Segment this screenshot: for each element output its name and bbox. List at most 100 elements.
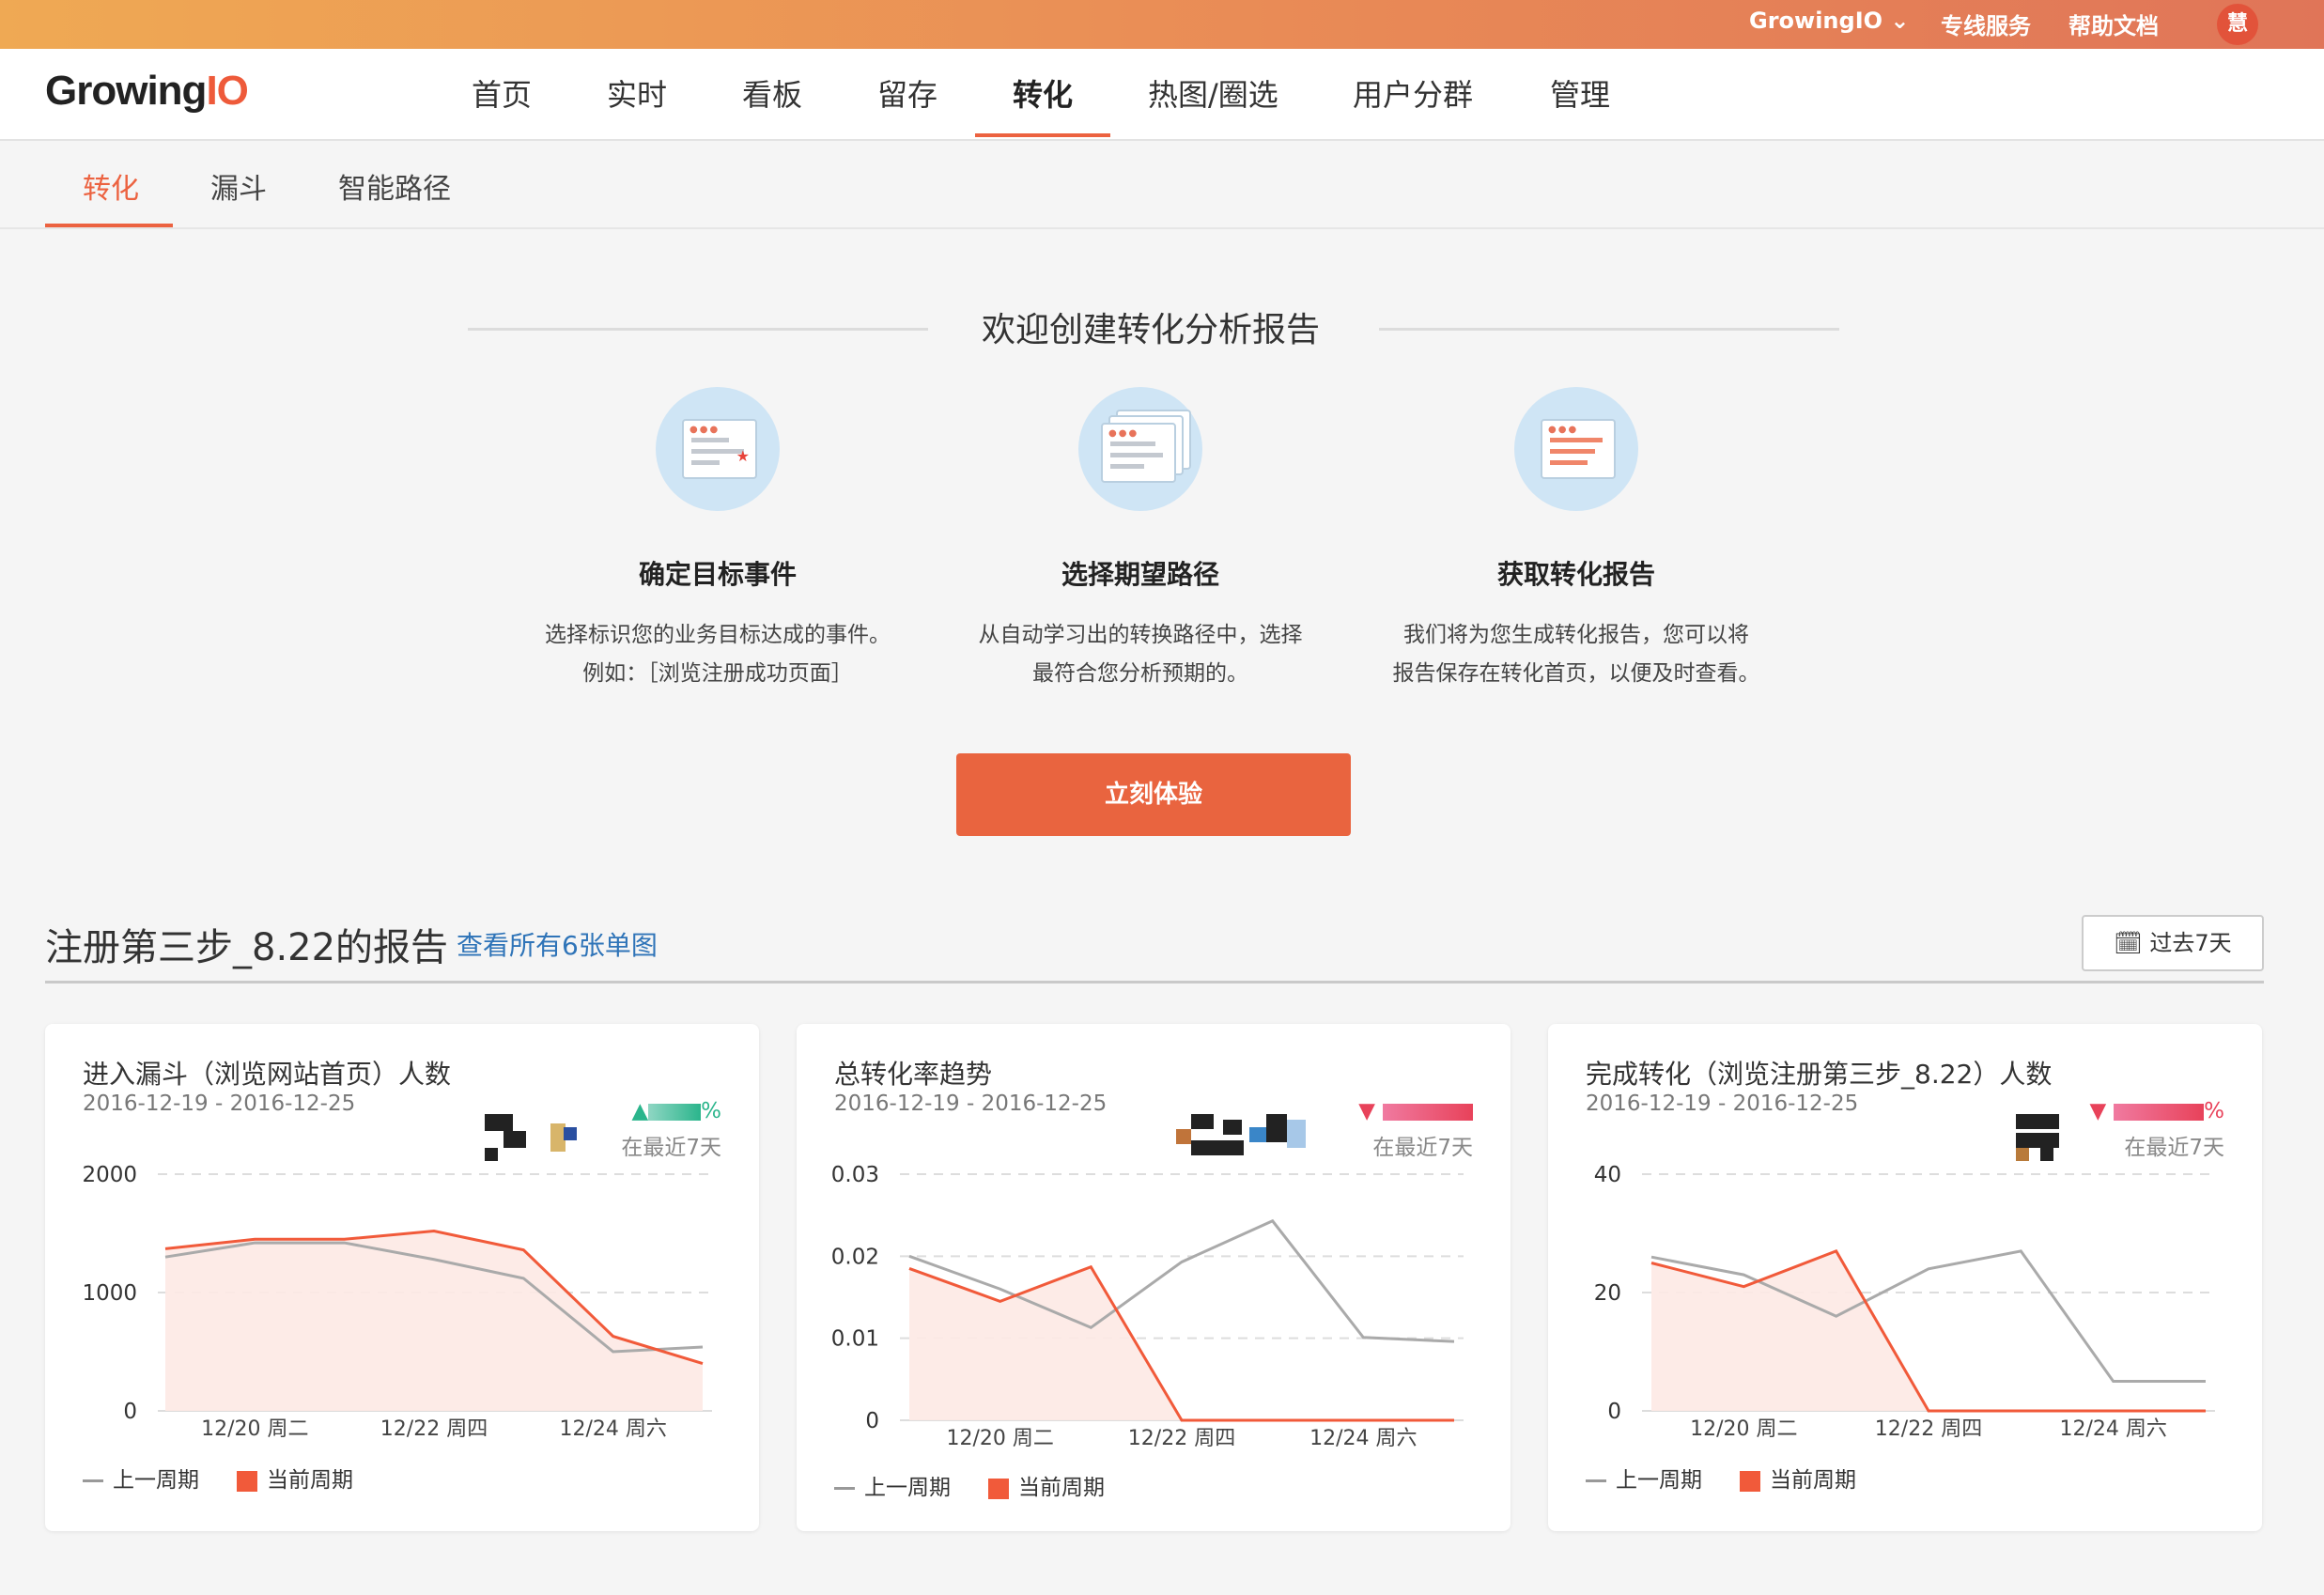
current-period-area: [909, 1266, 1454, 1420]
date-range-label: 过去7天: [2149, 930, 2232, 956]
card-date-range: 2016-12-19 - 2016-12-25: [83, 1092, 356, 1116]
tab-active-indicator: [45, 224, 173, 227]
change-percent: ▼: [1358, 1099, 1473, 1123]
y-tick-label: 0.03: [831, 1163, 879, 1187]
tab-conversion[interactable]: 转化: [83, 165, 139, 207]
y-tick-label: 0: [865, 1409, 879, 1433]
x-tick-label: 12/22 周四: [1128, 1427, 1235, 1450]
step-desc-line1: 我们将为您生成转化报告，您可以将: [1403, 623, 1749, 647]
y-tick-label: 20: [1594, 1281, 1621, 1306]
account-name: GrowingIO: [1749, 8, 1883, 34]
chevron-down-icon: ⌄: [1890, 8, 1910, 34]
nav-item-user-segments[interactable]: 用户分群: [1353, 71, 1473, 115]
x-tick-label: 12/24 周六: [559, 1417, 666, 1441]
title-divider-right: [1379, 328, 1839, 331]
line-chart: 0 1000 2000 12/20 周二 12/22 周四 12/24 周六: [82, 1163, 712, 1441]
try-now-button[interactable]: 立刻体验: [956, 753, 1351, 836]
x-tick-label: 12/20 周二: [1690, 1417, 1797, 1441]
logo-text: Growing: [45, 68, 207, 114]
service-link[interactable]: 专线服务: [1941, 8, 2031, 40]
y-tick-label: 0: [123, 1400, 137, 1424]
x-tick-label: 12/24 周六: [2059, 1417, 2166, 1441]
top-bar: GrowingIO ⌄ 专线服务 帮助文档 慧: [0, 0, 2324, 49]
obscured-value: [1176, 1114, 1326, 1161]
step-desc-line1: 选择标识您的业务目标达成的事件。: [545, 623, 891, 647]
card-title: 进入漏斗（浏览网站首页）人数: [83, 1059, 452, 1090]
report-icon: ●●●: [1514, 387, 1638, 511]
chart-card-conversion-rate[interactable]: 总转化率趋势 2016-12-19 - 2016-12-25 ▼ 在最近7天 0…: [797, 1024, 1511, 1531]
card-title: 总转化率趋势: [834, 1059, 993, 1090]
card-date-range: 2016-12-19 - 2016-12-25: [834, 1092, 1108, 1116]
date-range-button[interactable]: 🗓 过去7天: [2082, 915, 2264, 971]
account-menu[interactable]: GrowingIO ⌄: [1749, 8, 1910, 34]
legend-curr-label: 当前周期: [267, 1468, 353, 1493]
calendar-icon: 🗓: [2114, 930, 2143, 956]
step-title: 获取转化报告: [1496, 559, 1655, 590]
chart-legend: 上一周期 当前周期: [834, 1469, 1105, 1501]
x-tick-label: 12/20 周二: [946, 1427, 1053, 1450]
legend-prev-swatch: [834, 1487, 855, 1490]
legend-prev-swatch: [83, 1479, 103, 1482]
percent-sign: %: [2204, 1099, 2224, 1123]
obscured-value: [485, 1114, 597, 1161]
nav-item-heatmap[interactable]: 热图/圈选: [1148, 71, 1278, 115]
view-all-charts-link[interactable]: 查看所有6张单图: [457, 925, 658, 963]
step-choose-path: ●●● 选择期望路径 从自动学习出的转换路径中，选择 最符合您分析预期的。: [924, 387, 1356, 693]
line-chart: 0 20 40 12/20 周二 12/22 周四 12/24 周六: [1594, 1163, 2215, 1441]
tab-smart-path[interactable]: 智能路径: [338, 165, 451, 207]
line-chart: 0 0.01 0.02 0.03 12/20 周二 12/22 周四 12/24 周六: [831, 1163, 1464, 1450]
legend-curr-label: 当前周期: [1018, 1476, 1105, 1500]
chart-legend: 上一周期 当前周期: [83, 1462, 353, 1494]
target-event-icon: ●●● ★: [656, 387, 780, 511]
nav-item-conversion[interactable]: 转化: [1013, 71, 1073, 115]
x-tick-label: 12/22 周四: [380, 1417, 488, 1441]
change-percent: ▼%: [2089, 1099, 2224, 1123]
y-tick-label: 40: [1594, 1163, 1621, 1187]
nav-active-indicator: [975, 133, 1110, 137]
tab-funnel[interactable]: 漏斗: [210, 165, 267, 207]
legend-prev-label: 上一周期: [113, 1468, 199, 1493]
step-title: 选择期望路径: [1061, 559, 1219, 590]
nav-item-realtime[interactable]: 实时: [607, 71, 667, 115]
step-get-report: ●●● 获取转化报告 我们将为您生成转化报告，您可以将 报告保存在转化首页，以便及…: [1360, 387, 1792, 693]
nav-item-admin[interactable]: 管理: [1550, 71, 1610, 115]
step-desc-line1: 从自动学习出的转换路径中，选择: [978, 623, 1303, 647]
chart-card-funnel-entry[interactable]: 进入漏斗（浏览网站首页）人数 2016-12-19 - 2016-12-25 ▲…: [45, 1024, 759, 1531]
legend-prev-swatch: [1586, 1479, 1606, 1482]
y-tick-label: 0.01: [831, 1327, 879, 1352]
step-desc-line2: 报告保存在转化首页，以便及时查看。: [1392, 661, 1760, 686]
title-divider-left: [468, 328, 928, 331]
chart-card-conversion-complete[interactable]: 完成转化（浏览注册第三步_8.22）人数 2016-12-19 - 2016-1…: [1548, 1024, 2262, 1531]
legend-prev-label: 上一周期: [864, 1476, 951, 1500]
y-tick-label: 2000: [82, 1163, 137, 1187]
legend-curr-swatch: [237, 1470, 257, 1492]
y-tick-label: 1000: [82, 1281, 137, 1306]
step-desc-line2: 例如：［浏览注册成功页面］: [582, 661, 853, 686]
nav-item-retention[interactable]: 留存: [877, 71, 937, 115]
step-desc-line2: 最符合您分析预期的。: [1032, 661, 1248, 686]
current-period-area: [1651, 1250, 2206, 1411]
chart-legend: 上一周期 当前周期: [1586, 1462, 1856, 1494]
y-tick-label: 0: [1607, 1400, 1621, 1424]
percent-sign: %: [701, 1099, 721, 1123]
legend-curr-swatch: [1740, 1470, 1760, 1492]
legend-curr-swatch: [988, 1478, 1009, 1499]
x-tick-label: 12/20 周二: [201, 1417, 308, 1441]
welcome-title: 欢迎创建转化分析报告: [981, 311, 1320, 349]
card-title: 完成转化（浏览注册第三步_8.22）人数: [1586, 1059, 2053, 1090]
y-tick-label: 0.02: [831, 1245, 879, 1269]
x-tick-label: 12/22 周四: [1875, 1417, 1982, 1441]
report-title: 注册第三步_8.22的报告: [45, 926, 449, 969]
avatar[interactable]: 慧: [2217, 4, 2258, 45]
card-date-range: 2016-12-19 - 2016-12-25: [1586, 1092, 1859, 1116]
legend-curr-label: 当前周期: [1770, 1468, 1856, 1493]
step-define-goal: ●●● ★ 确定目标事件 选择标识您的业务目标达成的事件。 例如：［浏览注册成功页面…: [502, 387, 934, 693]
nav-item-home[interactable]: 首页: [472, 71, 532, 115]
sub-nav: 转化 漏斗 智能路径: [0, 141, 2324, 229]
help-docs-link[interactable]: 帮助文档: [2068, 8, 2159, 40]
change-percent: ▲%: [631, 1099, 721, 1123]
path-docs-icon: ●●●: [1078, 387, 1202, 511]
step-title: 确定目标事件: [638, 559, 797, 590]
nav-item-dashboard[interactable]: 看板: [742, 71, 802, 115]
growingio-logo[interactable]: GrowingIO: [45, 68, 249, 115]
